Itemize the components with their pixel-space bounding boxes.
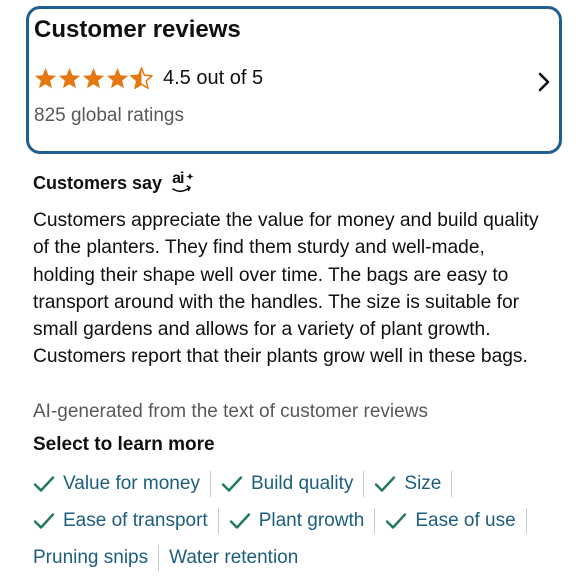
- aspect-label: Ease of use: [415, 510, 516, 531]
- rating-row: 4.5 out of 5: [34, 65, 263, 91]
- aspect-label: Water retention: [169, 547, 299, 568]
- aspect-chip-water-retention[interactable]: Water retention: [169, 547, 298, 569]
- aspect-row-3: Pruning snips Water retention: [33, 545, 298, 571]
- checkmark-icon: [229, 512, 251, 530]
- customers-say-header: Customers say ai: [33, 170, 194, 194]
- aspect-chip-pruning-snips[interactable]: Pruning snips: [33, 547, 148, 569]
- aspect-chip-plant-growth[interactable]: Plant growth: [229, 510, 365, 532]
- aspect-chip-ease-of-transport[interactable]: Ease of transport: [33, 510, 208, 532]
- aspect-label: Size: [404, 473, 442, 494]
- star-icon: [106, 67, 129, 89]
- aspect-chip-value-for-money[interactable]: Value for money: [33, 473, 200, 495]
- star-icon: [34, 67, 57, 89]
- aspect-chip-ease-of-use[interactable]: Ease of use: [385, 510, 516, 532]
- divider: [451, 471, 453, 497]
- select-to-learn-more-label: Select to learn more: [33, 434, 215, 455]
- half-star-icon: [130, 67, 153, 89]
- aspect-chip-size[interactable]: Size: [374, 473, 441, 495]
- aspect-row-2: Ease of transport Plant growth Ease of u…: [33, 508, 537, 534]
- aspect-label: Plant growth: [258, 510, 365, 531]
- divider: [209, 471, 211, 497]
- divider: [217, 508, 219, 534]
- star-icon: [58, 67, 81, 89]
- ai-generated-note: AI-generated from the text of customer r…: [33, 401, 428, 422]
- star-icon: [82, 67, 105, 89]
- page: Customer reviews 4.5 out of 5 825 global…: [0, 0, 580, 580]
- rating-text: 4.5 out of 5: [163, 66, 264, 89]
- checkmark-icon: [33, 512, 55, 530]
- customers-say-title: Customers say: [33, 172, 163, 193]
- ai-sparkle-icon: ai: [170, 170, 194, 194]
- aspect-label: Ease of transport: [63, 510, 208, 531]
- divider: [158, 545, 160, 571]
- aspect-row-1: Value for money Build quality Size: [33, 471, 462, 497]
- aspect-label: Build quality: [250, 473, 354, 494]
- aspect-label: Pruning snips: [33, 547, 149, 568]
- aspect-label: Value for money: [63, 473, 200, 494]
- star-rating: [34, 67, 153, 89]
- divider: [363, 471, 365, 497]
- chevron-right-icon[interactable]: [537, 71, 551, 98]
- checkmark-icon: [374, 475, 396, 493]
- aspect-chip-build-quality[interactable]: Build quality: [221, 473, 353, 495]
- divider: [374, 508, 376, 534]
- customer-reviews-card[interactable]: Customer reviews 4.5 out of 5 825 global…: [26, 6, 562, 154]
- reviews-title: Customer reviews: [34, 16, 241, 43]
- checkmark-icon: [221, 475, 243, 493]
- checkmark-icon: [33, 475, 55, 493]
- ai-review-summary: Customers appreciate the value for money…: [33, 210, 539, 368]
- checkmark-icon: [385, 512, 407, 530]
- divider: [525, 508, 527, 534]
- global-ratings-count: 825 global ratings: [34, 105, 184, 126]
